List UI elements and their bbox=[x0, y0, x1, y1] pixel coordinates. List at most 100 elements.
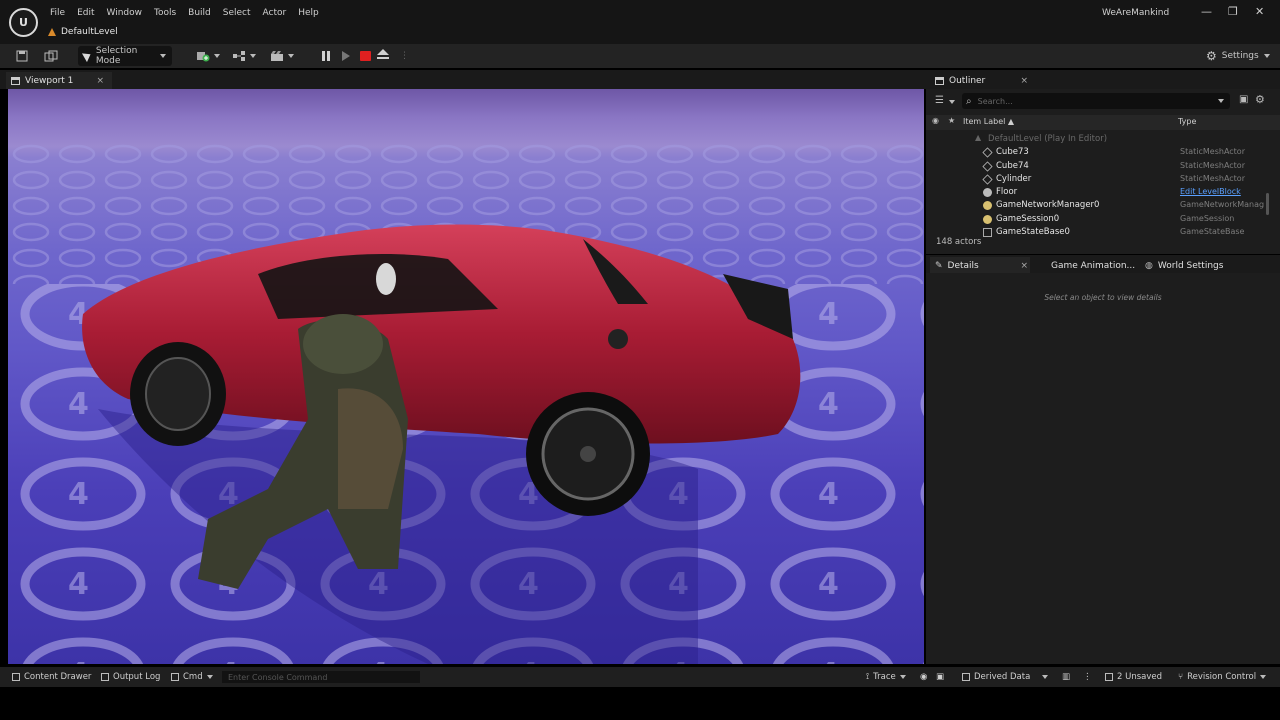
tab-world-settings[interactable]: ◍ World Settings bbox=[1140, 257, 1223, 274]
level-icon bbox=[48, 28, 56, 36]
add-actor-button[interactable] bbox=[196, 48, 220, 64]
menu-edit[interactable]: Edit bbox=[71, 6, 100, 20]
chevron-down-icon bbox=[1260, 675, 1267, 679]
letterbox-bottom bbox=[0, 687, 1280, 720]
menu-build[interactable]: Build bbox=[182, 6, 217, 20]
level-tab[interactable]: DefaultLevel bbox=[48, 24, 118, 40]
edit-levelblock-link[interactable]: Edit LevelBlock bbox=[1180, 187, 1241, 196]
tab-details[interactable]: ✎ Details × bbox=[930, 257, 1030, 274]
menu-tools[interactable]: Tools bbox=[148, 6, 182, 20]
menu-select[interactable]: Select bbox=[217, 6, 257, 20]
filter-icon[interactable]: ☰ bbox=[935, 95, 944, 106]
unreal-logo-icon[interactable]: U bbox=[9, 8, 38, 37]
derived-data-dropdown[interactable]: Derived Data bbox=[962, 671, 1049, 683]
close-icon[interactable]: × bbox=[1020, 261, 1028, 271]
menu-file[interactable]: File bbox=[44, 6, 71, 20]
row-type: GameSession bbox=[1180, 213, 1235, 223]
chevron-down-icon bbox=[1263, 54, 1270, 58]
menu-window[interactable]: Window bbox=[101, 6, 149, 20]
camera-icon[interactable]: ▣ bbox=[936, 671, 944, 683]
eject-icon[interactable] bbox=[377, 48, 389, 64]
row-label: GameNetworkManager0 bbox=[996, 200, 1100, 211]
outliner-row[interactable]: Cube74 StaticMeshActor bbox=[926, 160, 1280, 173]
unsaved-button[interactable]: 2 Unsaved bbox=[1105, 671, 1162, 683]
row-label: DefaultLevel (Play In Editor) bbox=[988, 134, 1108, 144]
pause-icon[interactable] bbox=[322, 48, 332, 64]
close-window-button[interactable]: ✕ bbox=[1255, 5, 1264, 18]
pin-star-icon[interactable]: ★ bbox=[948, 116, 955, 125]
minimize-button[interactable]: — bbox=[1201, 5, 1212, 18]
actor-icon bbox=[983, 201, 992, 211]
menu-help[interactable]: Help bbox=[292, 6, 325, 20]
gear-icon: ⚙ bbox=[1206, 49, 1217, 63]
outliner-row[interactable]: GameNetworkManager0 GameNetworkManag bbox=[926, 199, 1280, 212]
save-icon[interactable] bbox=[16, 48, 28, 64]
visibility-eye-icon[interactable]: ◉ bbox=[932, 116, 939, 125]
viewport-scene: 4 bbox=[8, 144, 924, 664]
stop-icon[interactable] bbox=[360, 51, 371, 61]
item-label-column[interactable]: Item Label ▲ bbox=[963, 117, 1014, 126]
settings-button[interactable]: ⚙ Settings bbox=[1206, 48, 1270, 64]
menu-bar: File Edit Window Tools Build Select Acto… bbox=[44, 6, 325, 20]
search-icon: ⌕ bbox=[966, 95, 972, 107]
chevron-down-icon bbox=[288, 54, 294, 58]
level-viewport[interactable]: 4 bbox=[8, 89, 924, 664]
outliner-rows: ▲ DefaultLevel (Play In Editor) Cube73 S… bbox=[926, 133, 1280, 239]
menu-actor[interactable]: Actor bbox=[257, 6, 293, 20]
browse-content-icon[interactable] bbox=[44, 48, 58, 64]
more-options-icon[interactable]: ⋮ bbox=[400, 48, 409, 64]
outliner-icon bbox=[935, 76, 944, 85]
terminal-icon bbox=[171, 673, 179, 681]
close-icon[interactable]: × bbox=[96, 76, 104, 86]
close-icon[interactable]: × bbox=[1020, 76, 1028, 86]
add-folder-icon[interactable]: ▣ bbox=[1239, 94, 1248, 105]
more-vertical-icon[interactable]: ⋮ bbox=[1083, 671, 1092, 683]
tab-outliner[interactable]: Outliner × bbox=[930, 72, 1030, 89]
revision-control-label: Revision Control bbox=[1187, 672, 1257, 682]
outliner-row[interactable]: Cylinder StaticMeshActor bbox=[926, 173, 1280, 186]
record-icon[interactable]: ◉ bbox=[920, 671, 927, 683]
content-drawer-icon bbox=[12, 673, 20, 681]
stats-icon[interactable]: ▥ bbox=[1062, 671, 1070, 683]
trace-icon: ⟟ bbox=[866, 672, 870, 682]
output-log-button[interactable]: Output Log bbox=[101, 671, 160, 683]
outliner-scrollbar[interactable] bbox=[1266, 193, 1269, 215]
outliner-row[interactable]: Floor Edit LevelBlock bbox=[926, 186, 1280, 199]
blueprints-button[interactable] bbox=[232, 48, 256, 64]
unsaved-label: 2 Unsaved bbox=[1117, 672, 1163, 682]
row-label: Floor bbox=[996, 187, 1018, 198]
row-label: GameStateBase0 bbox=[996, 227, 1070, 238]
cinematics-button[interactable] bbox=[270, 48, 294, 64]
type-column[interactable]: Type bbox=[1178, 117, 1196, 126]
content-drawer-button[interactable]: Content Drawer bbox=[12, 671, 91, 683]
gear-icon[interactable]: ⚙ bbox=[1255, 93, 1265, 106]
actor-count: 148 actors bbox=[936, 237, 982, 247]
outliner-search-row: ☰ ⌕ Search... ▣ ⚙ bbox=[926, 93, 1280, 110]
outliner-row[interactable]: GameSession0 GameSession bbox=[926, 213, 1280, 226]
cmd-dropdown[interactable]: Cmd bbox=[171, 671, 213, 683]
selection-mode-label: Selection Mode bbox=[95, 46, 138, 66]
status-bar: Content Drawer Output Log Cmd Enter Cons… bbox=[0, 667, 1280, 687]
chevron-down-icon[interactable] bbox=[949, 100, 955, 104]
tab-viewport-1[interactable]: Viewport 1 × bbox=[6, 72, 112, 89]
play-icon[interactable] bbox=[342, 48, 354, 64]
outliner-search-input[interactable]: ⌕ Search... bbox=[962, 93, 1230, 109]
selection-mode-dropdown[interactable]: Selection Mode bbox=[78, 46, 172, 66]
box-icon bbox=[983, 228, 992, 238]
content-drawer-label: Content Drawer bbox=[24, 672, 92, 682]
chevron-down-icon bbox=[250, 54, 256, 58]
outliner-row[interactable]: Cube73 StaticMeshActor bbox=[926, 146, 1280, 159]
row-type: StaticMeshActor bbox=[1180, 160, 1245, 170]
outliner-row-level[interactable]: ▲ DefaultLevel (Play In Editor) bbox=[926, 133, 1280, 146]
trace-dropdown[interactable]: ⟟ Trace bbox=[866, 671, 906, 683]
maximize-button[interactable]: ❐ bbox=[1228, 5, 1238, 18]
chevron-down-icon bbox=[206, 675, 213, 679]
console-command-input[interactable]: Enter Console Command bbox=[222, 671, 420, 683]
revision-control-dropdown[interactable]: ⑂ Revision Control bbox=[1178, 671, 1267, 683]
row-type: GameNetworkManag bbox=[1180, 200, 1265, 210]
cube-icon bbox=[982, 161, 993, 172]
viewport-icon bbox=[11, 76, 20, 85]
row-label: GameSession0 bbox=[996, 213, 1060, 224]
tab-game-animation[interactable]: Game Animation... bbox=[1046, 257, 1135, 274]
details-tab-label: Details bbox=[947, 260, 979, 271]
